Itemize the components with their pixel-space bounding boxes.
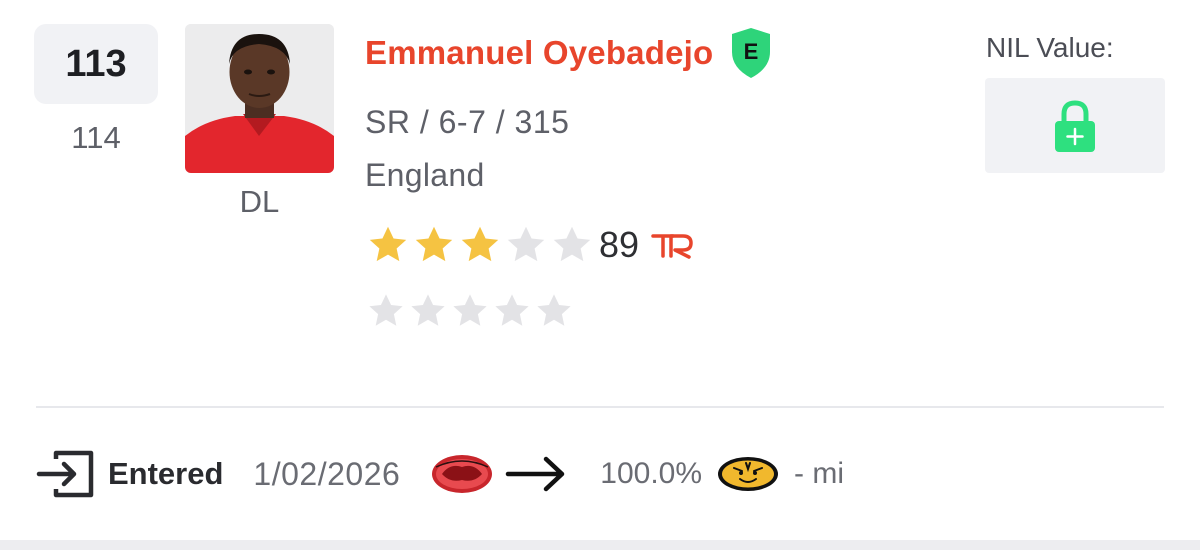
star-empty-icon (553, 226, 591, 262)
player-position: DL (239, 184, 280, 219)
primary-stars (365, 222, 595, 268)
star-empty-icon (369, 294, 403, 326)
player-photo[interactable] (185, 24, 334, 173)
secondary-stars (365, 290, 575, 332)
transfer-percent: 100.0% (600, 457, 703, 490)
transfer-status-row: Entered 1/02/2026 100.0% - mi (36, 444, 844, 504)
star-filled-icon (415, 226, 453, 262)
player-card: 113 114 DL Emmanuel Oyebadejo E SR / 6-7… (0, 0, 1200, 540)
class-height-weight: SR / 6-7 / 315 (365, 104, 570, 140)
star-filled-icon (369, 226, 407, 262)
star-empty-icon (537, 294, 571, 326)
divider (36, 406, 1164, 408)
hometown: England (365, 157, 485, 193)
player-name-row: Emmanuel Oyebadejo E (365, 26, 773, 80)
lock-plus-icon (1052, 98, 1098, 154)
shield-badge-icon: E (729, 26, 773, 80)
transfer-date: 1/02/2026 (253, 455, 401, 492)
badge-letter: E (744, 39, 759, 64)
previous-rank: 114 (71, 120, 121, 155)
current-rank: 113 (65, 42, 127, 85)
missouri-tigers-logo[interactable] (716, 455, 780, 493)
player-name-link[interactable]: Emmanuel Oyebadejo (365, 34, 713, 72)
nil-unlock-button[interactable] (985, 78, 1165, 173)
distance: - mi (794, 457, 845, 490)
star-empty-icon (507, 226, 545, 262)
player-avatar-icon (185, 24, 334, 173)
star-filled-icon (461, 226, 499, 262)
enter-icon (36, 447, 96, 501)
transfer-status: Entered (108, 456, 224, 491)
secondary-star-rating (365, 290, 575, 332)
arrow-right-icon (504, 454, 570, 494)
rating-value: 89 (599, 224, 640, 265)
nil-label: NIL Value: (986, 32, 1114, 63)
previous-school-logo[interactable] (430, 453, 494, 495)
star-empty-icon (495, 294, 529, 326)
tr-logo-icon (651, 230, 695, 260)
card-shadow (0, 540, 1200, 550)
star-empty-icon (411, 294, 445, 326)
current-rank-badge: 113 (34, 24, 158, 104)
primary-star-rating: 89 (365, 222, 695, 268)
star-empty-icon (453, 294, 487, 326)
